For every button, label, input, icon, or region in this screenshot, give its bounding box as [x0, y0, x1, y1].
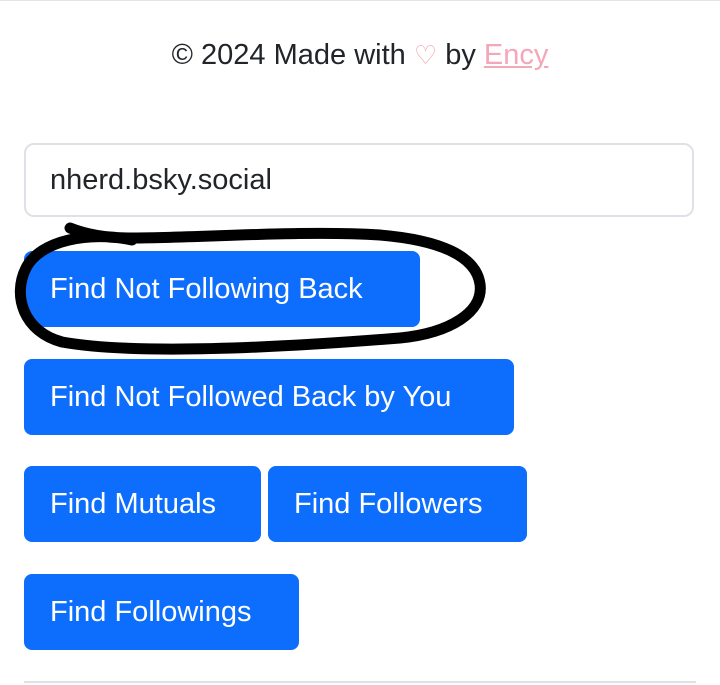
bottom-divider: [24, 681, 696, 683]
handle-input[interactable]: [24, 143, 694, 217]
find-followers-button[interactable]: Find Followers: [268, 466, 527, 542]
find-not-followed-back-by-you-button[interactable]: Find Not Followed Back by You: [24, 359, 514, 435]
author-link[interactable]: Ency: [484, 39, 548, 71]
find-followings-button[interactable]: Find Followings: [24, 574, 299, 650]
find-not-following-back-button[interactable]: Find Not Following Back: [24, 251, 420, 327]
heart-icon: ♡: [413, 40, 438, 70]
copyright-text: © 2024 Made with: [171, 39, 414, 71]
top-divider: [0, 0, 720, 1]
footer-credit: © 2024 Made with ♡ by Ency: [0, 34, 720, 76]
find-mutuals-button[interactable]: Find Mutuals: [24, 466, 261, 542]
by-text: by: [437, 39, 484, 71]
